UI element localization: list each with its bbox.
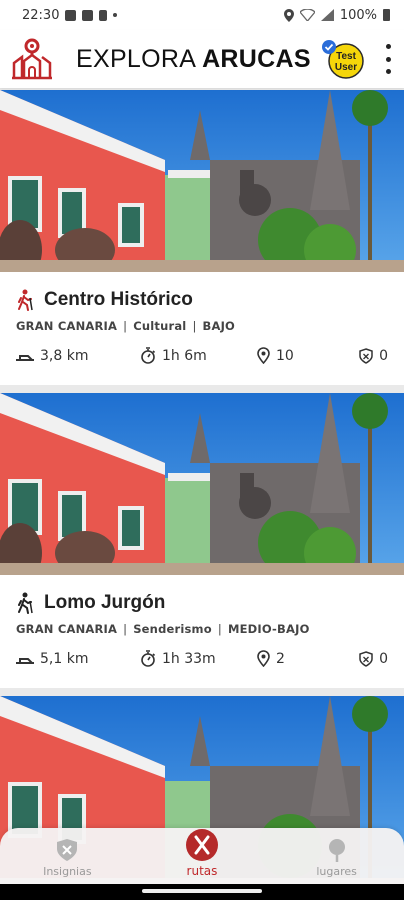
app-bar: EXPLORA ARUCAS Test User <box>0 30 404 88</box>
user-avatar-badge[interactable]: Test User <box>320 38 366 80</box>
shield-icon <box>57 839 78 861</box>
route-category: Cultural <box>133 319 187 333</box>
bottom-navigation: Insignias rutas lugares <box>0 828 404 884</box>
location-icon <box>283 8 294 22</box>
route-badges: 0 <box>379 347 388 364</box>
route-category: Senderismo <box>133 622 212 636</box>
route-region: GRAN CANARIA <box>16 622 118 636</box>
distance-icon <box>16 354 34 361</box>
nav-lugares-label: lugares <box>316 865 357 878</box>
route-title: Centro Histórico <box>44 289 193 310</box>
badge-shield-icon <box>359 650 373 667</box>
route-list: Centro Histórico GRAN CANARIA | Cultural |… <box>0 90 404 886</box>
route-places: 10 <box>276 347 294 364</box>
status-bar: 22:30 100% <box>0 0 404 30</box>
route-stats: 5,1 km 1h 33m 2 0 <box>16 650 388 667</box>
route-places: 2 <box>276 650 285 667</box>
route-card[interactable]: Centro Histórico GRAN CANARIA | Cultural |… <box>0 90 404 385</box>
gesture-bar <box>0 884 404 900</box>
route-duration: 1h 6m <box>162 347 207 364</box>
route-title: Lomo Jurgón <box>44 592 166 613</box>
app-notification-icon <box>99 9 108 21</box>
nav-rutas[interactable]: rutas <box>152 829 252 878</box>
route-badges: 0 <box>379 650 388 667</box>
distance-icon <box>16 657 34 664</box>
nav-insignias-label: Insignias <box>43 865 92 878</box>
place-pin-icon <box>257 650 270 667</box>
route-cover-image <box>0 393 404 575</box>
place-pin-icon <box>257 347 270 364</box>
notification-icon <box>65 9 77 21</box>
route-icon <box>185 829 218 861</box>
route-stats: 3,8 km 1h 6m 10 0 <box>16 347 388 364</box>
status-time: 22:30 <box>22 7 60 23</box>
svg-text:User: User <box>335 62 357 73</box>
route-tags: GRAN CANARIA | Senderismo | MEDIO-BAJO <box>16 622 310 636</box>
route-duration: 1h 33m <box>162 650 216 667</box>
route-cover-image <box>0 90 404 272</box>
wifi-icon <box>299 9 315 21</box>
nav-rutas-label: rutas <box>186 864 218 878</box>
nav-lugares[interactable]: lugares <box>287 837 387 878</box>
app-title: EXPLORA ARUCAS <box>76 44 311 73</box>
route-difficulty: MEDIO-BAJO <box>227 622 310 636</box>
map-pin-icon <box>328 839 345 862</box>
route-difficulty: BAJO <box>202 319 236 333</box>
battery-percent: 100% <box>339 7 377 23</box>
hiker-icon <box>18 592 33 614</box>
stopwatch-icon <box>141 650 156 667</box>
image-icon <box>82 9 94 21</box>
route-distance: 3,8 km <box>40 347 89 364</box>
hiker-icon <box>18 289 33 311</box>
route-card[interactable]: Lomo Jurgón GRAN CANARIA | Senderismo | ME… <box>0 393 404 688</box>
more-options-icon[interactable] <box>382 44 394 74</box>
home-indicator[interactable] <box>142 889 262 893</box>
battery-icon <box>383 9 390 21</box>
svg-text:Test: Test <box>336 51 356 62</box>
badge-shield-icon <box>359 347 373 364</box>
nav-insignias[interactable]: Insignias <box>17 837 117 878</box>
signal-icon <box>320 9 334 21</box>
route-region: GRAN CANARIA <box>16 319 118 333</box>
arucas-logo-icon[interactable] <box>10 37 54 81</box>
route-tags: GRAN CANARIA | Cultural | BAJO <box>16 319 236 333</box>
stopwatch-icon <box>141 347 156 364</box>
route-distance: 5,1 km <box>40 650 89 667</box>
more-notifications-icon <box>113 13 118 17</box>
